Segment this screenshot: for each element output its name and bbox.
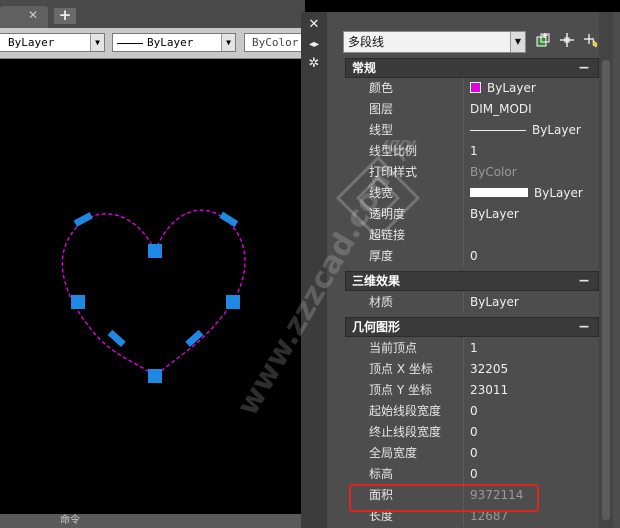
collapse-icon[interactable]: − [578, 318, 590, 336]
area-highlight-box [349, 484, 539, 512]
property-value[interactable]: ByLayer [466, 78, 599, 98]
property-value-text: 0 [470, 467, 478, 481]
property-value-text: ByLayer [534, 186, 583, 200]
command-line[interactable]: 命令 [0, 514, 305, 528]
property-value-text: ByLayer [470, 207, 519, 221]
property-value[interactable] [466, 225, 599, 245]
property-value[interactable]: 32205 [466, 359, 599, 379]
color-layer-combo[interactable]: ByLayer ▼ [0, 33, 105, 52]
vertex-grip[interactable] [148, 244, 162, 258]
property-label: 线型 [364, 120, 464, 140]
new-tab-button[interactable]: + [54, 8, 76, 24]
property-value[interactable]: ByLayer [466, 183, 599, 203]
chevron-down-icon[interactable]: ▼ [221, 34, 235, 51]
collapse-icon[interactable]: − [578, 59, 590, 77]
property-value[interactable]: 1 [466, 141, 599, 161]
linetype-combo[interactable]: ByLayer ▼ [112, 33, 236, 52]
linetype-sample [117, 42, 143, 44]
plotstyle-combo-value: ByColor [252, 36, 299, 49]
watermark: www.zzzcad.com 周站长CAD [230, 140, 430, 422]
property-value-text: 1 [470, 144, 478, 158]
property-value-text: 32205 [470, 362, 509, 376]
property-value[interactable]: 0 [466, 443, 599, 463]
collapse-icon[interactable]: − [578, 272, 590, 290]
select-objects-icon[interactable] [557, 32, 577, 52]
property-value-text: ByLayer [470, 295, 519, 309]
properties-toolbar: ByLayer ▼ ByLayer ▼ ByColor [0, 28, 306, 59]
object-type-value: 多段线 [348, 35, 385, 49]
property-label: 颜色 [364, 78, 464, 98]
palette-scrollbar-thumb[interactable] [602, 60, 610, 520]
midpoint-grip[interactable] [73, 212, 93, 227]
midpoint-grip[interactable] [107, 329, 126, 347]
chevron-down-icon[interactable]: ▼ [90, 34, 104, 51]
property-value[interactable]: 0 [466, 401, 599, 421]
property-value[interactable]: 23011 [466, 380, 599, 400]
property-value-text: 0 [470, 404, 478, 418]
property-value[interactable]: ByLayer [466, 204, 599, 224]
property-value: ByColor [466, 162, 599, 182]
property-row[interactable]: 标高 0 [364, 464, 599, 485]
color-swatch [470, 82, 481, 93]
autohide-icon[interactable]: ◂▸ [307, 38, 321, 52]
property-label: 图层 [364, 99, 464, 119]
color-layer-combo-value: ByLayer [8, 36, 55, 49]
lineweight-sample [470, 188, 528, 197]
property-value-text: 1 [470, 341, 478, 355]
property-value-text: 0 [470, 446, 478, 460]
property-value[interactable]: 0 [466, 422, 599, 442]
watermark-text: www.zzzcad.com 周站长CAD [230, 140, 430, 422]
plotstyle-combo[interactable]: ByColor [244, 33, 306, 52]
property-value-text: ByLayer [487, 81, 536, 95]
vertex-grip[interactable] [148, 369, 162, 383]
linetype-combo-value: ByLayer [147, 36, 194, 49]
property-value-text: DIM_MODI [470, 102, 532, 116]
property-value[interactable]: 0 [466, 464, 599, 484]
property-value-text: ByLayer [532, 123, 581, 137]
vertex-grip[interactable] [71, 295, 85, 309]
property-value[interactable]: ByLayer [466, 292, 599, 312]
property-value[interactable]: DIM_MODI [466, 99, 599, 119]
command-line-label: 命令 [60, 515, 80, 526]
property-label: 标高 [364, 464, 464, 484]
section-title: 常规 [352, 61, 377, 75]
property-value[interactable]: 0 [466, 246, 599, 266]
object-type-select[interactable]: 多段线 ▼ [343, 31, 526, 53]
close-icon[interactable]: ✕ [307, 18, 321, 32]
property-value[interactable]: ByLayer [466, 120, 599, 140]
property-value[interactable]: 1 [466, 338, 599, 358]
property-value-text: 0 [470, 249, 478, 263]
gear-icon[interactable]: ✲ [307, 57, 321, 71]
section-header[interactable]: 常规 − [345, 58, 599, 78]
property-row[interactable]: 线型 ByLayer [364, 120, 599, 141]
property-row[interactable]: 颜色 ByLayer [364, 78, 599, 99]
linetype-sample [470, 130, 526, 131]
tab-close-icon[interactable]: ✕ [26, 8, 40, 22]
chevron-down-icon[interactable]: ▼ [510, 32, 525, 52]
property-value-text: 0 [470, 425, 478, 439]
property-row[interactable]: 图层 DIM_MODI [364, 99, 599, 120]
property-value-text: ByColor [470, 165, 517, 179]
document-tab[interactable] [0, 6, 48, 28]
toggle-pickadd-icon[interactable] [533, 32, 553, 52]
property-value-text: 23011 [470, 383, 509, 397]
